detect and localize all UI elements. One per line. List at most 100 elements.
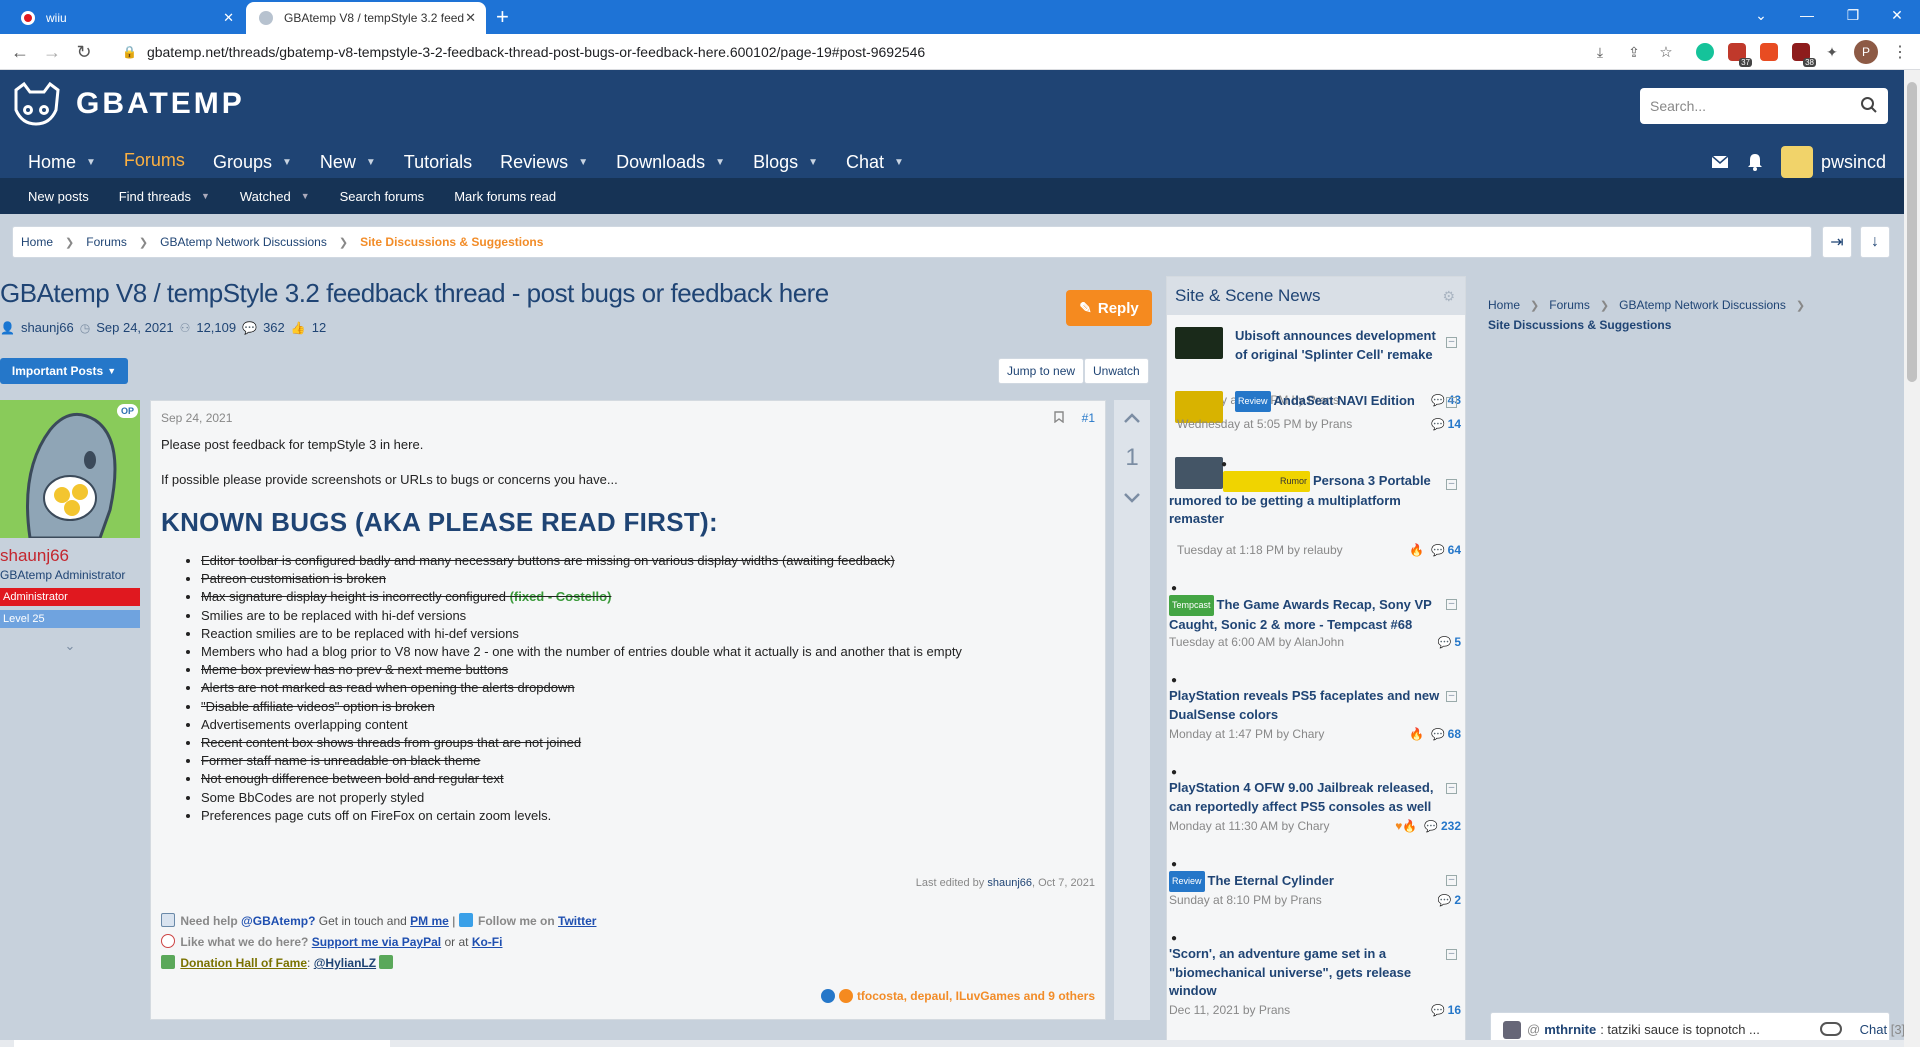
nav-groups[interactable]: Groups ▼ [199, 142, 306, 182]
scrollbar-thumb[interactable] [1907, 82, 1917, 382]
news-thumbnail[interactable] [1175, 327, 1223, 359]
news-comment-count[interactable]: 💬 14 [1431, 417, 1461, 431]
browser-tab-gbatemp[interactable]: GBAtemp V8 / tempStyle 3.2 feedback ✕ [246, 2, 486, 34]
unwatch-button[interactable]: Unwatch [1084, 358, 1149, 384]
caret-down-icon[interactable]: ▼ [301, 191, 310, 201]
chat-toggle[interactable]: Chat [3] [1820, 1022, 1905, 1037]
search-icon[interactable] [1860, 96, 1878, 114]
nav-downloads[interactable]: Downloads ▼ [602, 142, 739, 182]
post-username[interactable]: shaunj66 [0, 546, 140, 566]
news-comment-count[interactable]: ♥🔥 💬 232 [1395, 819, 1461, 833]
news-title[interactable]: Site & Scene News [1175, 286, 1321, 306]
post-date[interactable]: Sep 24, 2021 [161, 411, 232, 425]
minimize-icon[interactable]: — [1784, 0, 1830, 30]
tab-search-icon[interactable]: ⌄ [1738, 0, 1784, 30]
sig-paypal-link[interactable]: Support me via PayPal [312, 935, 441, 949]
subnav-new-posts[interactable]: New posts [28, 189, 89, 204]
collapse-icon[interactable]: – [1446, 949, 1457, 960]
news-title-link[interactable]: PlayStation reveals PS5 faceplates and n… [1169, 687, 1449, 724]
nav-new[interactable]: New ▼ [306, 142, 390, 182]
scroll-down-icon[interactable]: ↓ [1860, 226, 1890, 258]
chat-user[interactable]: mthrnite [1544, 1022, 1596, 1037]
collapse-icon[interactable]: – [1446, 337, 1457, 348]
caret-down-icon[interactable]: ▼ [715, 157, 725, 168]
close-icon[interactable]: ✕ [223, 10, 234, 26]
share-icon[interactable]: ⇪ [1622, 40, 1646, 64]
thread-date[interactable]: Sep 24, 2021 [96, 320, 173, 335]
breadcrumb-current[interactable]: Site Discussions & Suggestions [360, 235, 543, 249]
news-title-link[interactable]: PlayStation 4 OFW 9.00 Jailbreak release… [1169, 779, 1449, 816]
profile-avatar[interactable]: P [1854, 40, 1878, 64]
menu-kebab-icon[interactable]: ⋮ [1888, 40, 1912, 64]
vote-down-icon[interactable] [1114, 490, 1150, 506]
news-comment-count[interactable]: 💬 5 [1438, 635, 1461, 649]
breadcrumb-network-discussions[interactable]: GBAtemp Network Discussions [1619, 298, 1786, 312]
jump-to-end-icon[interactable]: ⇥ [1822, 226, 1852, 258]
site-search-input[interactable]: Search... [1640, 88, 1888, 124]
collapse-icon[interactable]: – [1446, 875, 1457, 886]
caret-down-icon[interactable]: ▼ [808, 157, 818, 168]
nav-home[interactable]: Home ▼ [14, 142, 110, 182]
site-logo[interactable]: GBATEMP [10, 80, 245, 128]
collapse-icon[interactable]: – [1446, 397, 1457, 408]
forward-arrow-icon[interactable]: → [40, 40, 64, 64]
nav-blogs[interactable]: Blogs ▼ [739, 142, 832, 182]
thread-author[interactable]: shaunj66 [21, 320, 74, 335]
caret-down-icon[interactable]: ▼ [894, 157, 904, 168]
subnav-watched[interactable]: Watched ▼ [240, 189, 310, 204]
reload-icon[interactable]: ↻ [72, 40, 96, 64]
close-icon[interactable]: ✕ [465, 10, 476, 26]
sig-kofi-link[interactable]: Ko-Fi [472, 935, 503, 949]
news-comment-count[interactable]: 💬 16 [1431, 1003, 1461, 1017]
news-title-link[interactable]: Tempcast The Game Awards Recap, Sony VP C… [1169, 595, 1449, 634]
sig-hylian-link[interactable]: @HylianLZ [314, 956, 376, 970]
breadcrumb-home[interactable]: Home [21, 235, 53, 249]
breadcrumb-network-discussions[interactable]: GBAtemp Network Discussions [160, 235, 327, 249]
extension-icon-dark-red[interactable]: 38 [1792, 43, 1816, 67]
last-edited-user[interactable]: shaunj66 [987, 877, 1032, 889]
breadcrumb-forums[interactable]: Forums [86, 235, 127, 249]
back-arrow-icon[interactable]: ← [8, 40, 32, 64]
subnav-mark-forums-read[interactable]: Mark forums read [454, 189, 556, 204]
sig-hof-link[interactable]: Donation Hall of Fame [180, 956, 307, 970]
caret-down-icon[interactable]: ▼ [86, 157, 96, 168]
nav-forums[interactable]: Forums [109, 142, 199, 182]
nav-chat[interactable]: Chat ▼ [832, 142, 918, 182]
breadcrumb-forums[interactable]: Forums [1549, 298, 1590, 312]
news-title-link[interactable]: Ubisoft announces development of origina… [1235, 327, 1445, 364]
chevron-down-icon[interactable]: ⌄ [0, 638, 140, 654]
sig-twitter-link[interactable]: Twitter [558, 914, 596, 928]
caret-down-icon[interactable]: ▼ [366, 157, 376, 168]
horizontal-scrollbar-thumb[interactable] [14, 1040, 390, 1047]
collapse-icon[interactable]: – [1446, 479, 1457, 490]
page-scrollbar[interactable] [1904, 70, 1920, 1047]
restore-icon[interactable]: ❐ [1830, 0, 1876, 30]
account-menu[interactable]: pwsincd [1780, 146, 1886, 178]
sig-pm-link[interactable]: PM me [410, 914, 449, 928]
install-icon[interactable]: ⤓ [1588, 40, 1612, 64]
collapse-icon[interactable]: – [1446, 691, 1457, 702]
jump-to-new-button[interactable]: Jump to new [998, 358, 1085, 384]
subnav-search-forums[interactable]: Search forums [340, 189, 425, 204]
extensions-puzzle-icon[interactable]: ✦ [1820, 40, 1844, 64]
reactions-bar[interactable]: tfocosta, depaul, ILuvGames and 9 others [820, 989, 1095, 1003]
inbox-envelope-icon[interactable] [1711, 155, 1729, 169]
pdf-extension-icon[interactable] [1760, 43, 1778, 61]
window-close-icon[interactable]: ✕ [1874, 0, 1920, 30]
bookmark-star-icon[interactable]: ☆ [1654, 40, 1678, 64]
extension-icon-red[interactable]: 37 [1728, 43, 1752, 67]
collapse-icon[interactable]: – [1446, 783, 1457, 794]
gear-icon[interactable]: ⚙ [1442, 288, 1455, 305]
vote-up-icon[interactable] [1114, 410, 1150, 426]
nav-reviews[interactable]: Reviews ▼ [486, 142, 602, 182]
news-title-link[interactable]: Rumor Persona 3 Portable rumored to be ge… [1169, 471, 1449, 529]
reply-button[interactable]: ✎ Reply [1066, 290, 1152, 326]
subnav-find-threads[interactable]: Find threads ▼ [119, 189, 210, 204]
grammarly-extension-icon[interactable] [1696, 43, 1714, 61]
caret-down-icon[interactable]: ▼ [201, 191, 210, 201]
avatar[interactable]: OP [0, 400, 140, 538]
browser-tab-wiiu[interactable]: wiiu ✕ [8, 2, 244, 34]
news-comment-count[interactable]: 🔥 💬 68 [1409, 727, 1461, 741]
horizontal-scrollbar[interactable] [0, 1040, 1904, 1047]
alerts-bell-icon[interactable] [1747, 153, 1763, 171]
